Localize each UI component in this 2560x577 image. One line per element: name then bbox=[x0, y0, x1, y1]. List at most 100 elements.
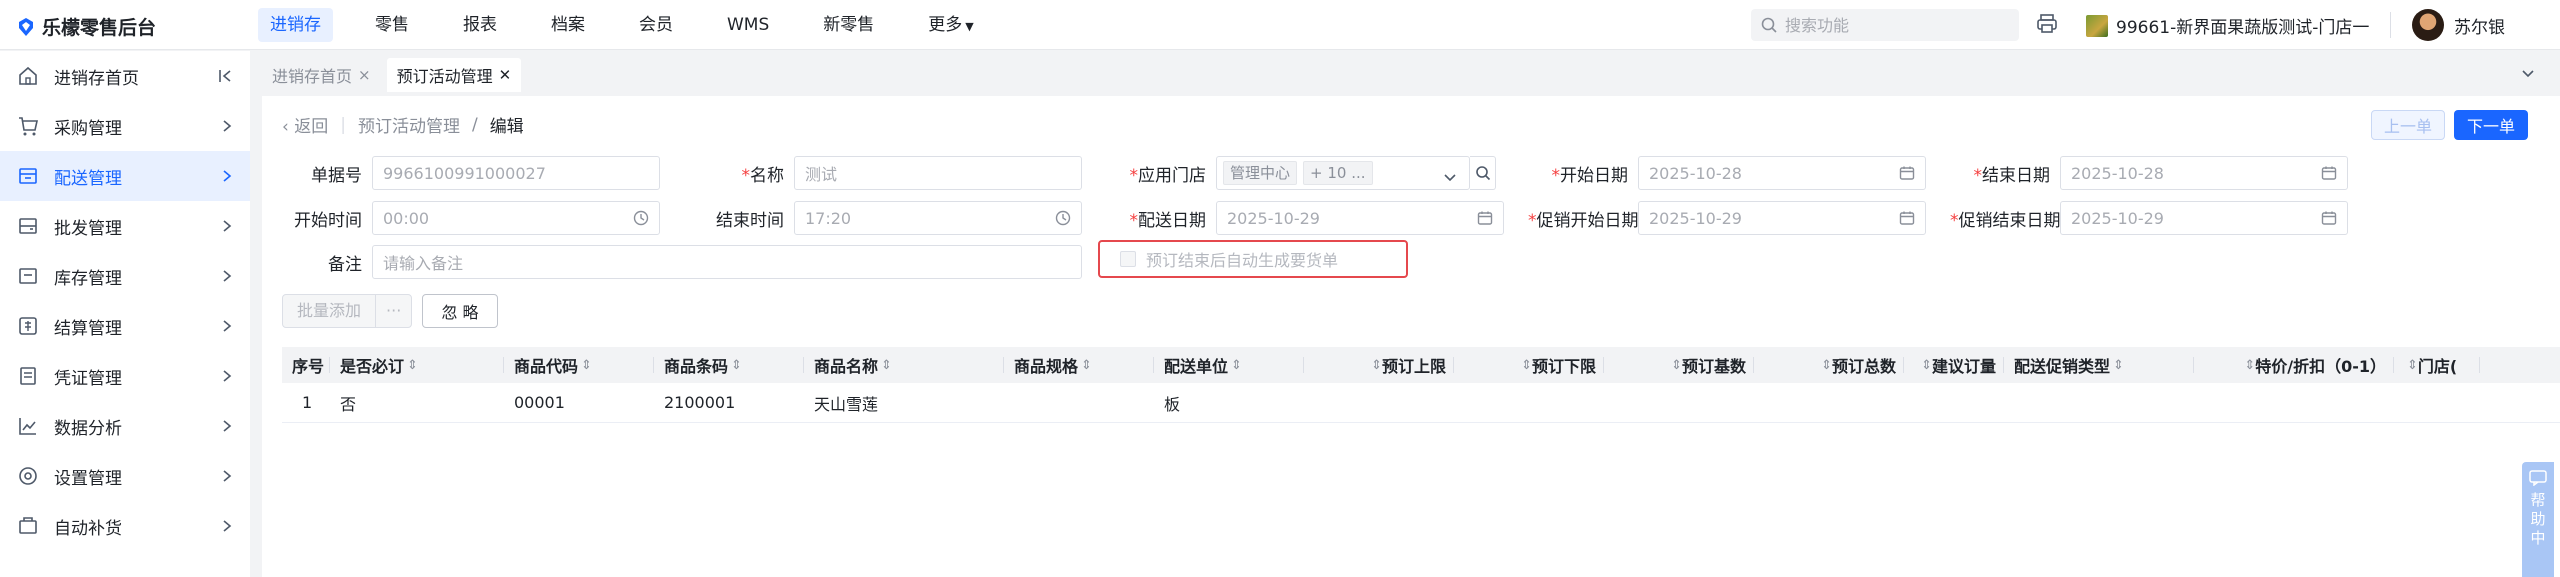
top-nav-item-new-retail[interactable]: 新零售 bbox=[811, 8, 886, 42]
cell-index: 1 bbox=[302, 393, 313, 412]
top-nav-item-archives[interactable]: 档案 bbox=[539, 8, 597, 42]
col-header-spec[interactable]: 商品规格 ⇕ bbox=[1004, 347, 1154, 383]
collapse-sidebar-icon[interactable] bbox=[218, 68, 234, 89]
name-input[interactable]: 测试 bbox=[794, 156, 1082, 190]
tab-label: 预订活动管理 bbox=[396, 67, 493, 86]
delivery-date-label-text: 配送日期 bbox=[1138, 210, 1206, 231]
col-header-store[interactable]: ⇕ 门店( bbox=[2394, 347, 2480, 383]
top-nav-item-more[interactable]: 更多 ▼ bbox=[916, 8, 985, 42]
col-header-min[interactable]: ⇕ 预订下限 bbox=[1454, 347, 1604, 383]
prev-record-button[interactable]: 上一单 bbox=[2371, 110, 2445, 140]
more-options-button[interactable]: ··· bbox=[376, 295, 411, 327]
end-date-input[interactable]: 2025-10-28 bbox=[2060, 156, 2348, 190]
col-header-promo-type[interactable]: 配送促销类型 ⇕ bbox=[2004, 347, 2194, 383]
print-icon[interactable] bbox=[2035, 12, 2059, 36]
chevron-left-icon: ‹ bbox=[282, 117, 289, 137]
top-nav-item-inventory[interactable]: 进销存 bbox=[258, 8, 333, 42]
col-header-max[interactable]: ⇕ 预订上限 bbox=[1304, 347, 1454, 383]
start-date-input[interactable]: 2025-10-28 bbox=[1638, 156, 1926, 190]
top-nav-item-reports[interactable]: 报表 bbox=[451, 8, 509, 42]
wholesale-icon bbox=[16, 214, 40, 238]
end-time-input[interactable]: 17:20 bbox=[794, 201, 1082, 235]
search-input[interactable] bbox=[1785, 15, 2005, 35]
required-mark: * bbox=[1129, 210, 1139, 231]
col-header-total[interactable]: ⇕ 预订总数 bbox=[1754, 347, 1904, 383]
col-header-discount[interactable]: ⇕ 特价/折扣（0-1） bbox=[2194, 347, 2394, 383]
tab-inventory-home[interactable]: 进销存首页 × bbox=[262, 58, 381, 92]
delivery-date-input[interactable]: 2025-10-29 bbox=[1216, 201, 1504, 235]
top-nav-item-retail[interactable]: 零售 bbox=[363, 8, 421, 42]
sidebar-item-analytics[interactable]: 数据分析 bbox=[0, 401, 250, 451]
sort-icon: ⇕ bbox=[2244, 357, 2256, 373]
sort-icon: ⇕ bbox=[881, 357, 892, 373]
promo-start-label: *促销开始日期 bbox=[1528, 206, 1639, 231]
tab-preorder-activity[interactable]: 预订活动管理 ✕ bbox=[386, 58, 522, 92]
calendar-icon bbox=[1899, 165, 1915, 185]
store-selector[interactable]: 99661-新界面果蔬版测试-门店一 bbox=[2086, 13, 2369, 38]
col-header-barcode[interactable]: 商品条码 ⇕ bbox=[654, 347, 804, 383]
back-label: 返回 bbox=[294, 117, 329, 137]
sort-icon: ⇕ bbox=[1921, 357, 1932, 373]
settings-icon bbox=[16, 464, 40, 488]
chat-icon bbox=[2529, 470, 2547, 486]
remark-input[interactable]: 请输入备注 bbox=[372, 245, 1082, 279]
col-header-name[interactable]: 商品名称 ⇕ bbox=[804, 347, 1004, 383]
chevron-right-icon bbox=[220, 168, 234, 188]
required-mark: * bbox=[1551, 165, 1561, 186]
brand[interactable]: 乐檬零售后台 bbox=[16, 13, 156, 40]
sidebar-item-home[interactable]: 进销存首页 bbox=[0, 51, 250, 101]
name-value: 测试 bbox=[805, 165, 838, 184]
more-label: 更多 bbox=[928, 15, 963, 35]
promo-end-input[interactable]: 2025-10-29 bbox=[2060, 201, 2348, 235]
close-icon[interactable]: ✕ bbox=[499, 66, 512, 84]
sidebar-item-wholesale[interactable]: 批发管理 bbox=[0, 201, 250, 251]
chevron-right-icon bbox=[220, 218, 234, 238]
col-header-required[interactable]: 是否必订 ⇕ bbox=[330, 347, 504, 383]
delivery-date-field: *配送日期 2025-10-29 bbox=[1106, 201, 1504, 235]
sidebar-item-label: 库存管理 bbox=[54, 268, 122, 289]
col-label: 商品规格 bbox=[1014, 357, 1079, 376]
next-record-button[interactable]: 下一单 bbox=[2454, 110, 2528, 140]
sidebar-item-purchase[interactable]: 采购管理 bbox=[0, 101, 250, 151]
store-label: *应用门店 bbox=[1106, 161, 1216, 186]
promo-start-input[interactable]: 2025-10-29 bbox=[1638, 201, 1926, 235]
chevron-down-icon[interactable] bbox=[2520, 66, 2536, 82]
cell-name: 天山雪莲 bbox=[814, 394, 879, 414]
caret-down-icon: ▼ bbox=[965, 20, 974, 33]
top-nav-item-members[interactable]: 会员 bbox=[627, 8, 685, 42]
col-header-unit[interactable]: 配送单位 ⇕ bbox=[1154, 347, 1304, 383]
sidebar-item-settlement[interactable]: 结算管理 bbox=[0, 301, 250, 351]
ignore-button[interactable]: 忽 略 bbox=[422, 294, 498, 328]
auto-order-checkbox[interactable] bbox=[1120, 251, 1136, 267]
close-icon[interactable]: × bbox=[358, 66, 371, 84]
sort-icon: ⇕ bbox=[581, 357, 592, 373]
sidebar-item-settings[interactable]: 设置管理 bbox=[0, 451, 250, 501]
help-center-button[interactable]: 帮助中 bbox=[2522, 462, 2554, 577]
breadcrumb-parent[interactable]: 预订活动管理 bbox=[358, 112, 460, 137]
start-time-input[interactable]: 00:00 bbox=[372, 201, 660, 235]
col-label: 是否必订 bbox=[340, 357, 405, 376]
doc-no-input[interactable]: 9966100991000027 bbox=[372, 156, 660, 190]
top-nav-item-wms[interactable]: WMS bbox=[715, 8, 781, 42]
sidebar-item-inventory[interactable]: 库存管理 bbox=[0, 251, 250, 301]
start-date-label: *开始日期 bbox=[1528, 161, 1638, 186]
col-header-base[interactable]: ⇕ 预订基数 bbox=[1604, 347, 1754, 383]
user-menu[interactable]: 苏尔银 bbox=[2412, 9, 2505, 41]
back-link[interactable]: ‹ 返回 bbox=[282, 112, 328, 137]
store-search-icon[interactable] bbox=[1470, 156, 1496, 190]
sidebar-item-label: 配送管理 bbox=[54, 168, 122, 189]
doc-no-label: 单据号 bbox=[311, 165, 362, 186]
sort-icon: ⇕ bbox=[1521, 357, 1532, 373]
sidebar-item-delivery[interactable]: 配送管理 bbox=[0, 151, 250, 201]
col-label: 商品条码 bbox=[664, 357, 729, 376]
search-box[interactable] bbox=[1751, 9, 2019, 41]
store-field: *应用门店 管理中心 + 10 ... bbox=[1106, 156, 1496, 190]
sidebar-item-replenish[interactable]: 自动补货 bbox=[0, 501, 250, 551]
sidebar-item-voucher[interactable]: 凭证管理 bbox=[0, 351, 250, 401]
col-label: 商品名称 bbox=[814, 357, 879, 376]
table-row[interactable]: 1 否 00001 2100001 天山雪莲 板 bbox=[282, 383, 2560, 423]
col-header-suggest[interactable]: ⇕ 建议订量 bbox=[1904, 347, 2004, 383]
batch-add-button[interactable]: 批量添加 bbox=[283, 295, 377, 327]
col-header-code[interactable]: 商品代码 ⇕ bbox=[504, 347, 654, 383]
store-select[interactable]: 管理中心 + 10 ... bbox=[1216, 156, 1470, 190]
